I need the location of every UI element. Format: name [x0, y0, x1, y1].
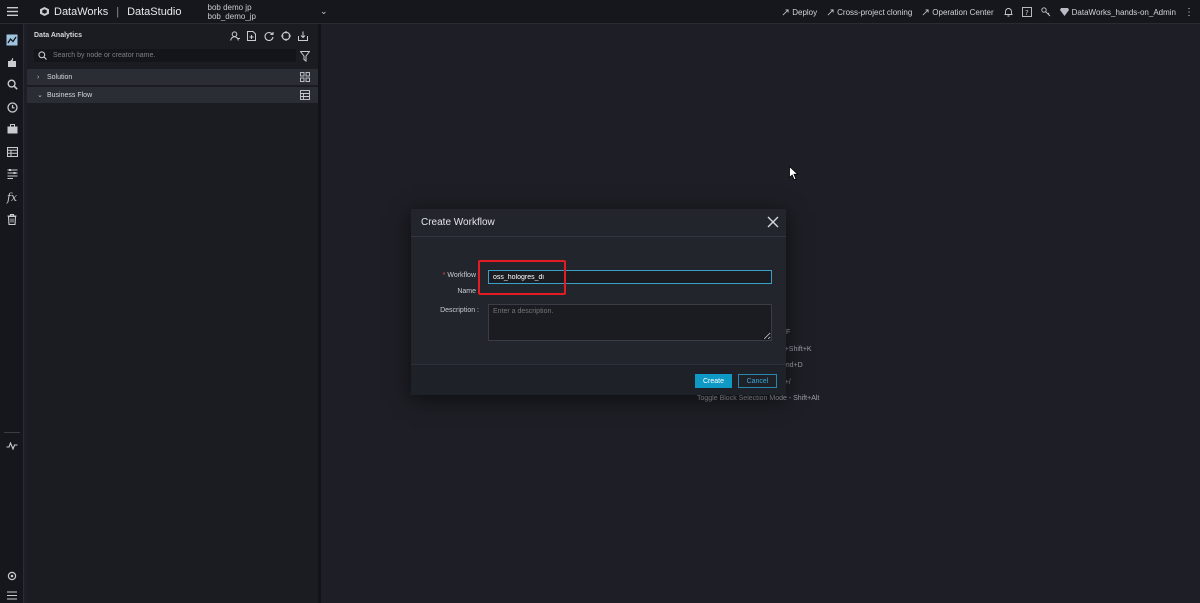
module-name: DataStudio — [127, 5, 182, 18]
deploy-label: Deploy — [792, 7, 818, 17]
pulse-icon[interactable] — [4, 438, 20, 454]
required-mark: * — [442, 272, 446, 279]
key-icon[interactable] — [1040, 7, 1051, 17]
menu-list-icon[interactable] — [4, 587, 20, 603]
help-icon[interactable]: ? — [1021, 7, 1032, 17]
puzzle-icon[interactable] — [4, 54, 20, 70]
link-icon — [922, 8, 929, 15]
search-icon — [38, 51, 47, 60]
cross-project-cloning-link[interactable]: Cross-project cloning — [827, 8, 912, 17]
person-icon[interactable] — [228, 30, 241, 42]
tree-item-solution[interactable]: › Solution — [27, 69, 318, 85]
operation-center-label: Operation Center — [932, 7, 994, 17]
cross-project-cloning-label: Cross-project cloning — [837, 7, 913, 17]
user-diamond-icon — [1059, 8, 1069, 16]
brand[interactable]: DataWorks | DataStudio — [40, 6, 182, 18]
description-textarea[interactable] — [488, 304, 772, 341]
close-icon[interactable] — [767, 215, 779, 228]
user-menu[interactable]: DataWorks_hands-on_Admin — [1059, 7, 1176, 17]
search-icon[interactable] — [4, 76, 20, 92]
import-icon[interactable] — [296, 30, 309, 42]
refresh-icon[interactable] — [262, 30, 275, 42]
menu-icon[interactable] — [0, 0, 24, 24]
dataworks-logo-icon — [40, 7, 49, 16]
more-vertical-icon[interactable]: ⋮ — [1184, 7, 1194, 18]
panel-toolbar — [224, 30, 309, 42]
locate-icon[interactable] — [279, 30, 292, 42]
data-analytics-icon[interactable] — [4, 32, 20, 48]
new-file-icon[interactable] — [245, 30, 258, 42]
brand-separator: | — [116, 5, 120, 18]
workflow-list-icon[interactable] — [300, 90, 310, 102]
annotation-highlight-box — [478, 260, 566, 295]
description-label: Description : — [440, 307, 479, 314]
clock-icon[interactable] — [4, 99, 20, 115]
function-icon[interactable]: fx — [4, 189, 20, 205]
cancel-button[interactable]: Cancel — [738, 374, 777, 388]
brand-name: DataWorks — [54, 5, 109, 18]
link-icon — [827, 8, 834, 15]
create-button[interactable]: Create — [695, 374, 732, 388]
tree-item-business-flow[interactable]: ⌄ Business Flow — [27, 87, 318, 103]
user-name: DataWorks_hands-on_Admin — [1071, 7, 1176, 17]
search-placeholder: Search by node or creator name. — [53, 52, 156, 59]
chevron-down-icon[interactable]: ⌄ — [320, 6, 328, 17]
top-bar: DataWorks | DataStudio bob demo jp bob_d… — [0, 0, 1200, 24]
workflow-name-label-line1: Workflow — [447, 272, 476, 279]
tree-item-label: Solution — [47, 73, 73, 81]
left-rail: fx — [0, 24, 24, 603]
app-window: DataWorks | DataStudio bob demo jp bob_d… — [0, 0, 1200, 603]
trash-icon[interactable] — [4, 211, 20, 227]
workspace-selector[interactable]: bob demo jp bob_demo_jp — [208, 3, 256, 21]
bell-icon[interactable] — [1004, 7, 1013, 17]
svg-text:?: ? — [1025, 9, 1029, 17]
briefcase-icon[interactable] — [4, 121, 20, 137]
chevron-right-icon[interactable]: › — [37, 74, 47, 81]
rail-divider — [4, 432, 20, 433]
filter-icon[interactable] — [299, 49, 311, 67]
workspace-id: bob_demo_jp — [207, 11, 256, 21]
link-icon — [782, 8, 789, 15]
workflow-name-label: * Workflow — [431, 272, 476, 279]
node-search-input[interactable]: Search by node or creator name. — [34, 49, 296, 62]
dialog-title: Create Workflow — [411, 209, 786, 237]
panel-resizer[interactable] — [318, 24, 321, 603]
top-actions: Deploy Cross-project cloning Operation C… — [782, 0, 1200, 24]
tree-item-label: Business Flow — [47, 91, 93, 99]
list-settings-icon[interactable] — [4, 166, 20, 182]
workspace-display-name: bob demo jp — [207, 2, 252, 12]
create-workflow-dialog: Create Workflow *Workflow Name Descripti… — [411, 209, 786, 395]
table-icon[interactable] — [4, 144, 20, 160]
grid-icon[interactable] — [300, 72, 310, 84]
workflow-name-label-line2: Name — [457, 288, 476, 295]
operation-center-link[interactable]: Operation Center — [922, 7, 994, 17]
mouse-cursor-icon — [789, 166, 799, 181]
deploy-link[interactable]: Deploy — [782, 8, 817, 17]
settings-icon[interactable] — [4, 568, 20, 584]
data-analytics-panel: Data Analytics Search by node or creator… — [27, 24, 318, 603]
chevron-down-icon[interactable]: ⌄ — [37, 91, 47, 99]
